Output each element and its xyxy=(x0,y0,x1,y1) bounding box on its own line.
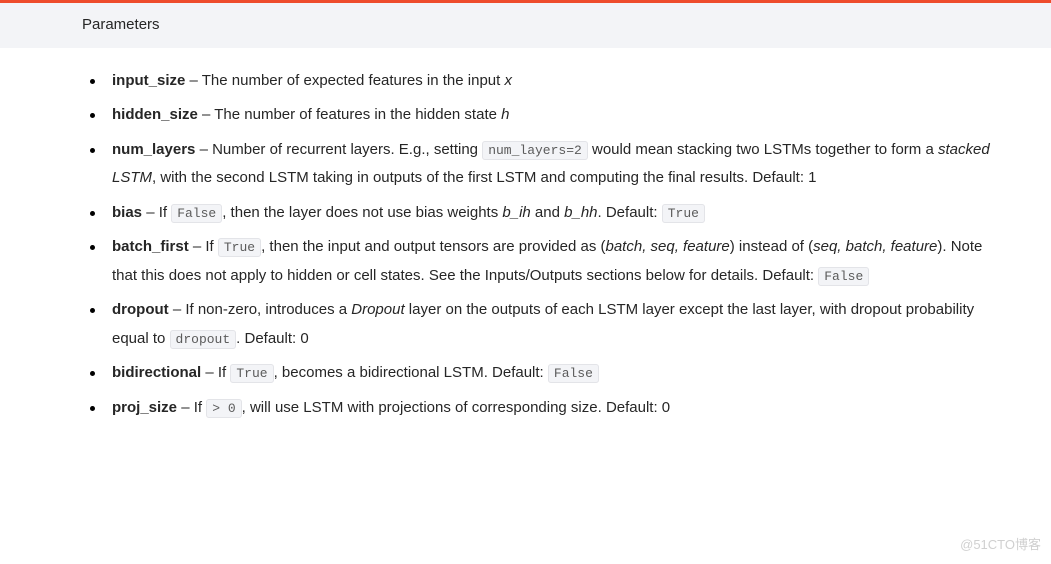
code-literal: False xyxy=(171,204,222,223)
param-desc: – Number of recurrent layers. E.g., sett… xyxy=(200,141,483,158)
param-em: seq, batch, feature xyxy=(813,238,937,255)
code-literal: True xyxy=(218,238,261,257)
param-desc: – If xyxy=(181,399,206,416)
param-name: bias xyxy=(112,204,142,221)
param-batch-first: batch_first – If True, then the input an… xyxy=(82,233,1011,290)
param-name: dropout xyxy=(112,301,169,318)
param-desc: , with the second LSTM taking in outputs… xyxy=(152,169,817,186)
page-wrap: Parameters input_size – The number of ex… xyxy=(0,0,1051,564)
param-desc: – If xyxy=(193,238,218,255)
param-desc: and xyxy=(531,204,564,221)
param-desc: – The number of features in the hidden s… xyxy=(202,106,501,123)
param-desc: , becomes a bidirectional LSTM. Default: xyxy=(274,364,548,381)
param-dropout: dropout – If non-zero, introduces a Drop… xyxy=(82,296,1011,353)
param-name: bidirectional xyxy=(112,364,201,381)
param-num-layers: num_layers – Number of recurrent layers.… xyxy=(82,136,1011,193)
parameters-content: input_size – The number of expected feat… xyxy=(0,49,1051,439)
param-bias: bias – If False, then the layer does not… xyxy=(82,199,1011,228)
param-input-size: input_size – The number of expected feat… xyxy=(82,67,1011,96)
header-title: Parameters xyxy=(82,16,160,33)
param-em: b_hh xyxy=(564,204,597,221)
param-desc: – If xyxy=(146,204,171,221)
code-literal: True xyxy=(662,204,705,223)
param-var: h xyxy=(501,106,509,123)
param-em: b_ih xyxy=(502,204,530,221)
param-desc: would mean stacking two LSTMs together t… xyxy=(588,141,938,158)
param-name: input_size xyxy=(112,72,185,89)
param-name: batch_first xyxy=(112,238,189,255)
param-desc: . Default: 0 xyxy=(236,330,309,347)
param-var: x xyxy=(504,72,512,89)
code-literal: False xyxy=(548,364,599,383)
watermark: @51CTO博客 xyxy=(960,533,1041,558)
param-name: proj_size xyxy=(112,399,177,416)
param-bidirectional: bidirectional – If True, becomes a bidir… xyxy=(82,359,1011,388)
param-desc: – If non-zero, introduces a xyxy=(173,301,351,318)
param-hidden-size: hidden_size – The number of features in … xyxy=(82,101,1011,130)
param-desc: ) instead of ( xyxy=(730,238,813,255)
param-desc: – The number of expected features in the… xyxy=(190,72,505,89)
code-literal: num_layers=2 xyxy=(482,141,588,160)
code-literal: > 0 xyxy=(206,399,241,418)
param-desc: . Default: xyxy=(598,204,662,221)
param-name: hidden_size xyxy=(112,106,198,123)
param-desc: , then the layer does not use bias weigh… xyxy=(222,204,502,221)
param-desc: – If xyxy=(205,364,230,381)
param-em: batch, seq, feature xyxy=(606,238,730,255)
code-literal: dropout xyxy=(170,330,237,349)
param-desc: , will use LSTM with projections of corr… xyxy=(242,399,671,416)
param-em: Dropout xyxy=(351,301,404,318)
code-literal: False xyxy=(818,267,869,286)
code-literal: True xyxy=(230,364,273,383)
param-desc: , then the input and output tensors are … xyxy=(261,238,605,255)
parameters-header: Parameters xyxy=(0,3,1051,49)
param-name: num_layers xyxy=(112,141,195,158)
parameters-list: input_size – The number of expected feat… xyxy=(82,67,1011,423)
param-proj-size: proj_size – If > 0, will use LSTM with p… xyxy=(82,394,1011,423)
